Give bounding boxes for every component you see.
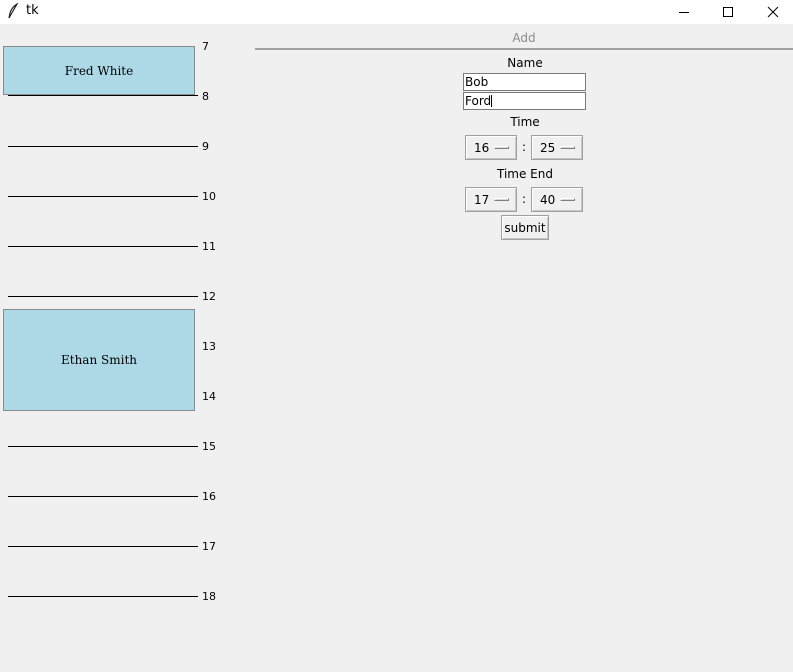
last-name-value: Ford xyxy=(465,94,492,108)
hour-label: 8 xyxy=(202,90,209,103)
time-end-separator: : xyxy=(522,192,527,206)
name-label: Name xyxy=(507,56,543,70)
hour-line xyxy=(8,246,198,247)
end-minute-select[interactable]: 40 xyxy=(531,187,583,212)
hour-line xyxy=(8,95,198,96)
option-menu-indicator-icon xyxy=(494,146,509,149)
title-bar: tk xyxy=(0,0,793,24)
event-block[interactable]: Fred White xyxy=(3,46,195,95)
add-button[interactable]: Add xyxy=(255,28,793,50)
hour-label: 12 xyxy=(202,290,216,303)
hour-label: 14 xyxy=(202,390,216,403)
first-name-field[interactable]: Bob xyxy=(463,73,586,91)
hour-line xyxy=(8,296,198,297)
end-minute-value: 40 xyxy=(540,193,556,207)
time-separator: : xyxy=(522,140,527,154)
first-name-value: Bob xyxy=(465,75,489,89)
close-button[interactable] xyxy=(750,0,793,24)
start-hour-value: 16 xyxy=(474,141,490,155)
event-name: Ethan Smith xyxy=(61,353,137,367)
start-hour-select[interactable]: 16 xyxy=(465,135,517,160)
option-menu-indicator-icon xyxy=(560,198,575,201)
hour-label: 18 xyxy=(202,590,216,603)
end-hour-value: 17 xyxy=(474,193,490,207)
hour-label: 17 xyxy=(202,540,216,553)
feather-icon xyxy=(6,2,20,19)
maximize-button[interactable] xyxy=(705,0,751,24)
minimize-button[interactable] xyxy=(661,0,707,24)
hour-line xyxy=(8,446,198,447)
hour-line xyxy=(8,596,198,597)
hour-label: 13 xyxy=(202,340,216,353)
option-menu-indicator-icon xyxy=(494,198,509,201)
option-menu-indicator-icon xyxy=(560,146,575,149)
start-minute-select[interactable]: 25 xyxy=(531,135,583,160)
start-minute-value: 25 xyxy=(540,141,556,155)
hour-label: 10 xyxy=(202,190,216,203)
time-end-label: Time End xyxy=(497,167,553,181)
hour-line xyxy=(8,196,198,197)
event-block[interactable]: Ethan Smith xyxy=(3,309,195,411)
maximize-icon xyxy=(722,6,734,18)
hour-line xyxy=(8,496,198,497)
close-icon xyxy=(767,6,779,18)
hour-label: 11 xyxy=(202,240,216,253)
hour-label: 7 xyxy=(202,40,209,53)
window-title: tk xyxy=(26,3,39,18)
event-name: Fred White xyxy=(64,63,134,78)
text-caret xyxy=(491,95,493,107)
hour-line xyxy=(8,146,198,147)
end-hour-select[interactable]: 17 xyxy=(465,187,517,212)
minimize-icon xyxy=(678,6,690,18)
last-name-field[interactable]: Ford xyxy=(463,92,586,110)
time-label: Time xyxy=(510,115,540,129)
submit-button[interactable]: submit xyxy=(501,215,549,240)
hour-line xyxy=(8,546,198,547)
hour-label: 16 xyxy=(202,490,216,503)
hour-label: 9 xyxy=(202,140,209,153)
hour-label: 15 xyxy=(202,440,216,453)
